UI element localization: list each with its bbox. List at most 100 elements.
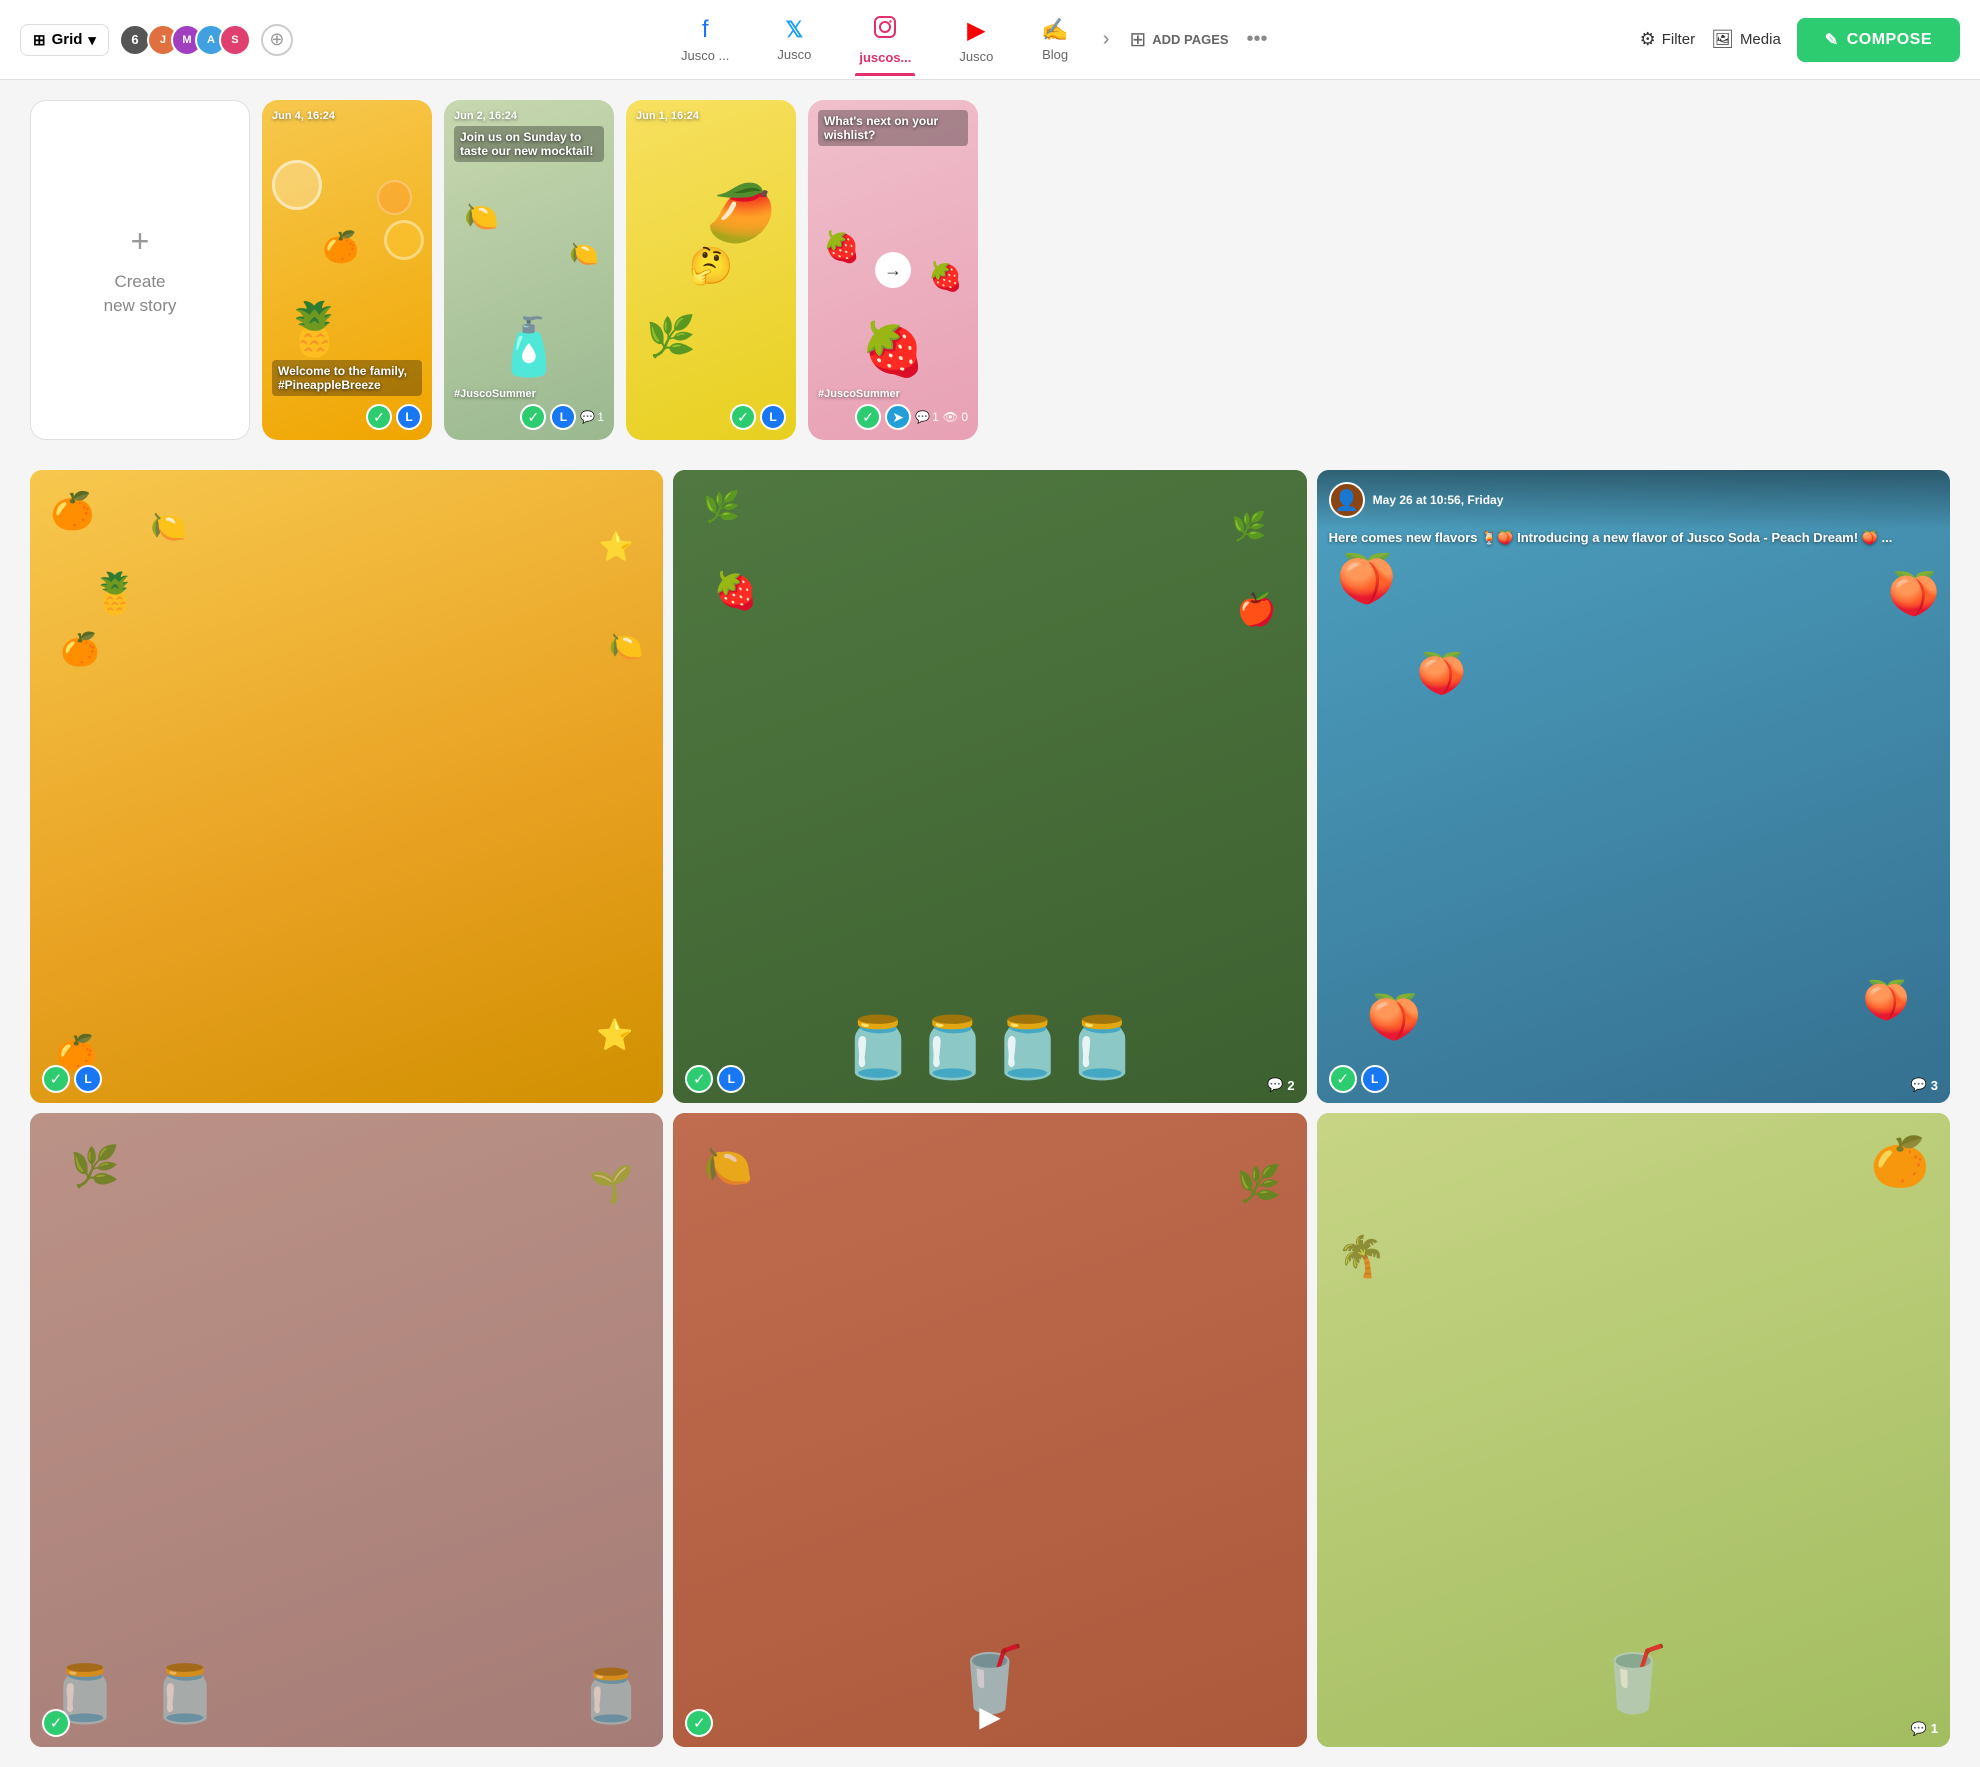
post-2-overlay: ✓ L 💬 2 bbox=[673, 1055, 1306, 1103]
post-card-1[interactable]: 🍊 🍋 🍍 ⭐ 🍊 🍋 🍊 ⭐ ✓ L bbox=[30, 470, 663, 1103]
post-5-status: ✓ bbox=[685, 1709, 713, 1737]
compose-button[interactable]: ✎ COMPOSE bbox=[1797, 18, 1960, 62]
story-2-comment: 💬 1 bbox=[580, 410, 604, 424]
grid-view-button[interactable]: ⊞ Grid ▾ bbox=[20, 24, 109, 56]
story-card-2[interactable]: 🧴 🍋 🍋 Jun 2, 16:24 Join us on Sunday to … bbox=[444, 100, 614, 440]
tab-twitter[interactable]: 𝕏 Jusco bbox=[753, 7, 835, 72]
add-pages-button[interactable]: ⊞ ADD PAGES bbox=[1119, 27, 1238, 52]
grid-label: Grid bbox=[52, 31, 83, 48]
tab-blog[interactable]: ✍ Blog bbox=[1017, 7, 1092, 72]
story-card-4[interactable]: 🍓 🍓 🍓 → What's next on your wishlist? #J… bbox=[808, 100, 978, 440]
main-content: + Createnew story 🍍 🍊 Jun 4, 16:24 Welco… bbox=[0, 80, 1980, 1767]
story-card-1[interactable]: 🍍 🍊 Jun 4, 16:24 Welcome to the family, … bbox=[262, 100, 432, 440]
post-5-play-button[interactable]: ▶ bbox=[979, 1700, 1001, 1733]
post-1-status: ✓ L bbox=[42, 1065, 102, 1093]
post-2-count: 2 bbox=[1287, 1078, 1294, 1093]
post-card-6[interactable]: 🥤 🍊 🌴 💬 1 bbox=[1317, 1113, 1950, 1746]
post-5-check-icon: ✓ bbox=[685, 1709, 713, 1737]
story-1-footer: ✓ L bbox=[272, 404, 422, 430]
nav-left-section: ⊞ Grid ▾ 6 J M A S ⊕ bbox=[20, 24, 293, 56]
post-3-comment: 💬 3 bbox=[1911, 1077, 1938, 1093]
facebook-icon: f bbox=[702, 16, 709, 44]
telegram-icon: ➤ bbox=[885, 404, 911, 430]
story-1-avatar: L bbox=[396, 404, 422, 430]
post-2-status: ✓ L bbox=[685, 1065, 745, 1093]
blog-icon: ✍ bbox=[1041, 17, 1068, 43]
story-2-footer: ✓ L 💬 1 bbox=[454, 404, 604, 430]
story-3-avatar: L bbox=[760, 404, 786, 430]
tab-instagram[interactable]: juscos... bbox=[835, 5, 935, 75]
filter-button[interactable]: ⚙ Filter bbox=[1640, 29, 1695, 50]
story-1-text: Welcome to the family, #PineappleBreeze bbox=[272, 360, 422, 396]
media-button[interactable]: 🖼 Media bbox=[1711, 29, 1781, 50]
tab-twitter-label: Jusco bbox=[777, 47, 811, 62]
post-6-count: 1 bbox=[1931, 1721, 1938, 1736]
story-3-overlay: Jun 1, 16:24 ✓ L bbox=[626, 100, 796, 440]
story-2-timestamp: Jun 2, 16:24 bbox=[454, 110, 604, 122]
post-3-fb-text: Here comes new flavors 🍹🍑 Introducing a … bbox=[1329, 530, 1938, 546]
story-1-timestamp: Jun 4, 16:24 bbox=[272, 110, 422, 122]
post-card-2[interactable]: 🫙🫙🫙🫙 🌿 🌿 🍓 🍎 ✓ L 💬 2 bbox=[673, 470, 1306, 1103]
youtube-icon: ▶ bbox=[967, 16, 985, 45]
post-4-status: ✓ bbox=[42, 1709, 70, 1737]
story-2-text: Join us on Sunday to taste our new mockt… bbox=[454, 126, 604, 162]
nav-right-section: ⚙ Filter 🖼 Media ✎ COMPOSE bbox=[1640, 18, 1960, 62]
post-4-overlay: ✓ bbox=[30, 1699, 663, 1747]
compose-icon: ✎ bbox=[1825, 30, 1839, 50]
stories-row: + Createnew story 🍍 🍊 Jun 4, 16:24 Welco… bbox=[30, 100, 1950, 440]
story-2-hashtag: #JuscoSummer bbox=[454, 388, 604, 400]
post-1-overlay: ✓ L bbox=[30, 1055, 663, 1103]
post-3-fb-overlay: 👤 May 26 at 10:56, Friday Here comes new… bbox=[1317, 470, 1950, 530]
post-2-check-icon: ✓ bbox=[685, 1065, 713, 1093]
media-icon: 🖼 bbox=[1711, 29, 1734, 50]
tab-blog-label: Blog bbox=[1042, 47, 1068, 62]
story-2-avatar: L bbox=[550, 404, 576, 430]
filter-icon: ⚙ bbox=[1640, 29, 1656, 50]
add-pages-label: ADD PAGES bbox=[1152, 32, 1228, 47]
avatar-4: S bbox=[219, 24, 251, 56]
story-1-check-icon: ✓ bbox=[366, 404, 392, 430]
nav-expand-button[interactable]: › bbox=[1093, 28, 1120, 51]
more-options-button[interactable]: ••• bbox=[1239, 28, 1276, 51]
instagram-icon bbox=[873, 15, 897, 46]
create-story-label: Createnew story bbox=[104, 270, 177, 318]
post-1-check-icon: ✓ bbox=[42, 1065, 70, 1093]
twitter-icon: 𝕏 bbox=[786, 17, 804, 43]
media-label: Media bbox=[1740, 31, 1781, 48]
post-card-3[interactable]: 🍑 🍑 🍑 🍑 🍑 👤 May 26 at 10:56, Friday Here… bbox=[1317, 470, 1950, 1103]
post-3-fb-header: 👤 May 26 at 10:56, Friday bbox=[1329, 482, 1938, 518]
post-3-check-icon: ✓ bbox=[1329, 1065, 1357, 1093]
post-3-comment-icon: 💬 bbox=[1911, 1077, 1927, 1093]
tab-instagram-label: juscos... bbox=[859, 50, 911, 65]
tab-facebook[interactable]: f Jusco ... bbox=[657, 6, 753, 73]
story-4-comment: 💬 1 bbox=[915, 410, 939, 424]
compose-label: COMPOSE bbox=[1847, 31, 1932, 49]
platform-tabs: f Jusco ... 𝕏 Jusco juscos... ▶ Jusco bbox=[293, 5, 1640, 75]
post-3-overlay: ✓ L 💬 3 bbox=[1317, 1055, 1950, 1103]
story-2-overlay: Jun 2, 16:24 Join us on Sunday to taste … bbox=[444, 100, 614, 440]
create-story-plus-icon: + bbox=[131, 223, 150, 260]
add-member-button[interactable]: ⊕ bbox=[261, 24, 293, 56]
posts-grid: 🍊 🍋 🍍 ⭐ 🍊 🍋 🍊 ⭐ ✓ L 🫙🫙🫙🫙 🌿 🌿 🍓 🍎 bbox=[30, 470, 1950, 1103]
top-navigation: ⊞ Grid ▾ 6 J M A S ⊕ f Jusco ... 𝕏 Jusco bbox=[0, 0, 1980, 80]
post-6-comment: 💬 1 bbox=[1911, 1721, 1938, 1737]
story-card-3[interactable]: 🥭 🌿 🤔 Jun 1, 16:24 ✓ L bbox=[626, 100, 796, 440]
story-4-extra: 👁 0 bbox=[943, 410, 968, 424]
post-card-5[interactable]: 🥤 🍋 🌿 ✓ ▶ bbox=[673, 1113, 1306, 1746]
story-4-text: What's next on your wishlist? bbox=[818, 110, 968, 146]
add-pages-icon: ⊞ bbox=[1129, 27, 1146, 52]
post-card-4[interactable]: 🫙 🫙 🫙 🌿 🌱 ✓ bbox=[30, 1113, 663, 1746]
post-3-fb-date: May 26 at 10:56, Friday bbox=[1373, 493, 1504, 507]
create-story-card[interactable]: + Createnew story bbox=[30, 100, 250, 440]
post-2-avatar: L bbox=[717, 1065, 745, 1093]
filter-label: Filter bbox=[1662, 31, 1695, 48]
post-6-overlay: 💬 1 bbox=[1317, 1711, 1950, 1747]
post-6-comment-icon: 💬 bbox=[1911, 1721, 1927, 1737]
post-3-status: ✓ L bbox=[1329, 1065, 1389, 1093]
tab-youtube[interactable]: ▶ Jusco bbox=[935, 6, 1017, 74]
post-2-comment: 💬 2 bbox=[1267, 1077, 1294, 1093]
story-4-footer: ✓ ➤ 💬 1 👁 0 bbox=[818, 404, 968, 430]
post-4-check-icon: ✓ bbox=[42, 1709, 70, 1737]
chevron-right-icon: › bbox=[1103, 28, 1110, 51]
tab-facebook-label: Jusco ... bbox=[681, 48, 729, 63]
